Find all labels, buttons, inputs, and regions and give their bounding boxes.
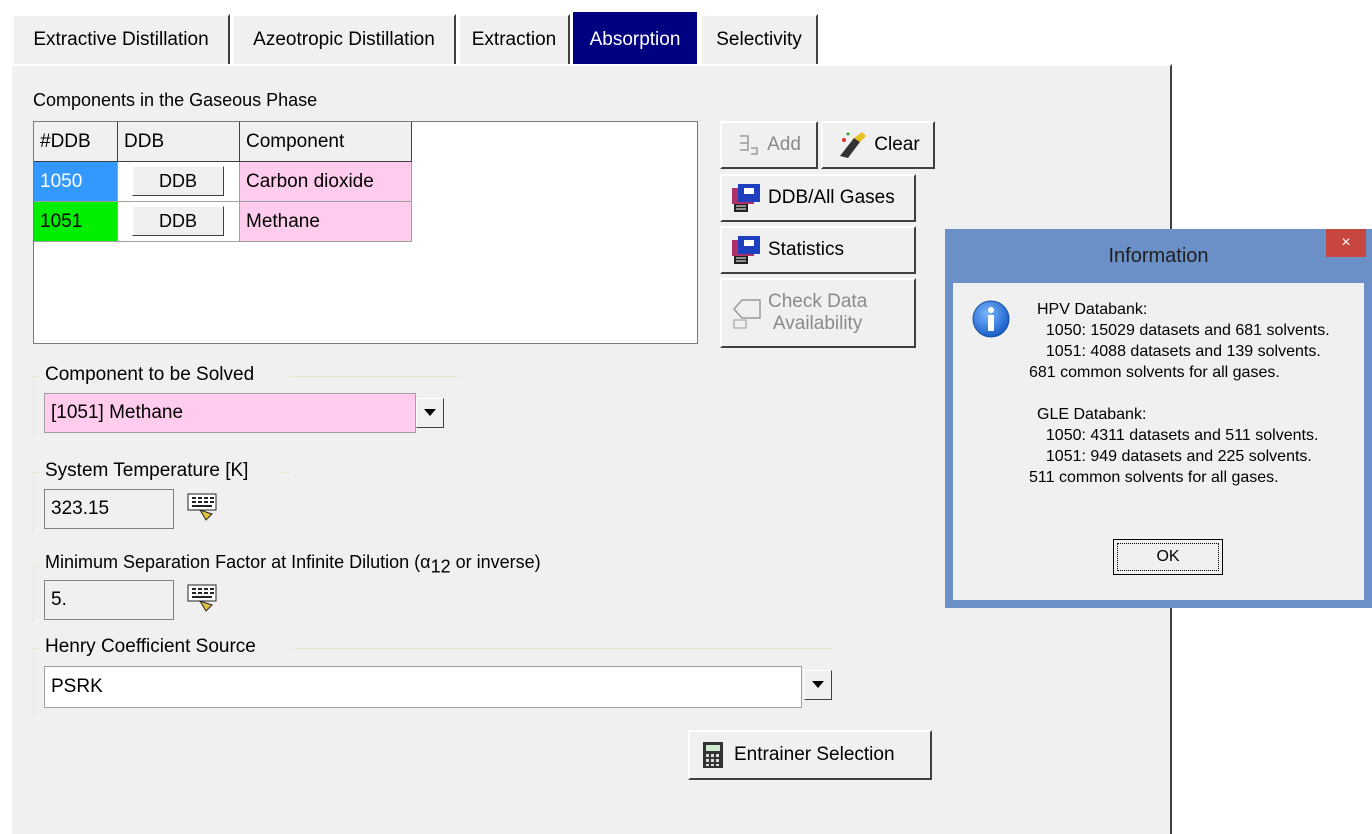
- group-border: [33, 472, 34, 532]
- dialog-title: Information: [1108, 244, 1209, 267]
- component-to-solve-select[interactable]: [1051] Methane: [44, 393, 416, 433]
- tab-selectivity[interactable]: Selectivity: [700, 14, 818, 64]
- eraser-icon: [836, 130, 868, 160]
- ok-button[interactable]: OK: [1113, 539, 1223, 575]
- check-data-label-2: Availability: [772, 313, 863, 334]
- ok-label: OK: [1117, 543, 1219, 571]
- row2-ddb-no[interactable]: 1051: [34, 202, 118, 242]
- entrainer-selection-button[interactable]: Entrainer Selection: [688, 730, 932, 780]
- gas-components-grid: #DDB DDB Component 1050 DDB Carbon dioxi…: [33, 121, 698, 344]
- separation-factor-sub: 12: [430, 556, 451, 577]
- gle-common: 511 common solvents for all gases.: [1029, 469, 1279, 486]
- separation-factor-label-suffix: or inverse): [450, 552, 541, 572]
- henry-source-label: Henry Coefficient Source: [45, 636, 256, 657]
- group-border: [33, 648, 34, 714]
- gle-line-2: 1051: 949 datasets and 225 solvents.: [1037, 448, 1312, 465]
- information-dialog: Information × HPV Databank: 1050: 15029 …: [945, 229, 1372, 608]
- gle-line-1: 1050: 4311 datasets and 511 solvents.: [1037, 427, 1319, 444]
- separation-factor-label: Minimum Separation Factor at Infinite Di…: [45, 552, 541, 578]
- calculator-icon: [702, 741, 724, 769]
- row1-component[interactable]: Carbon dioxide: [240, 162, 412, 202]
- group-border: [33, 566, 34, 622]
- row1-ddb-no[interactable]: 1050: [34, 162, 118, 202]
- system-temperature-label: System Temperature [K]: [45, 460, 249, 481]
- henry-source-select[interactable]: PSRK: [44, 666, 802, 708]
- database-icon: [730, 182, 762, 214]
- tab-azeotropic-distillation[interactable]: Azeotropic Distillation: [232, 14, 456, 64]
- info-icon: [971, 299, 1011, 339]
- statistics-label: Statistics: [768, 239, 845, 260]
- group-border: [282, 472, 290, 473]
- gas-components-title: Components in the Gaseous Phase: [33, 90, 318, 110]
- ddb-all-gases-button[interactable]: DDB/All Gases: [720, 174, 916, 222]
- clear-button[interactable]: Clear: [821, 121, 935, 169]
- henry-source-dropdown[interactable]: [804, 670, 832, 700]
- hpv-title: HPV Databank:: [1037, 301, 1148, 318]
- header-component: Component: [240, 122, 412, 162]
- hpv-line-1: 1050: 15029 datasets and 681 solvents.: [1037, 322, 1330, 339]
- row2-component[interactable]: Methane: [240, 202, 412, 242]
- statistics-button[interactable]: Statistics: [720, 226, 916, 274]
- chevron-down-icon: [424, 409, 436, 417]
- add-icon: [737, 132, 761, 158]
- row1-ddb-cell: DDB: [118, 162, 240, 202]
- component-to-solve-label: Component to be Solved: [45, 364, 255, 385]
- separation-factor-input[interactable]: 5.: [44, 580, 174, 620]
- add-label: Add: [767, 134, 801, 155]
- group-border: [292, 648, 832, 649]
- check-data-labels: Check Data Availability: [768, 291, 867, 335]
- clear-label: Clear: [874, 134, 920, 155]
- dialog-body: HPV Databank: 1050: 15029 datasets and 6…: [953, 283, 1364, 600]
- database-icon: [730, 234, 762, 266]
- check-data-icon: [730, 296, 764, 330]
- add-button[interactable]: Add: [720, 121, 818, 169]
- entrainer-selection-label: Entrainer Selection: [734, 744, 895, 765]
- tab-extraction[interactable]: Extraction: [458, 14, 570, 64]
- header-ddb-no: #DDB: [34, 122, 118, 162]
- chevron-down-icon: [812, 681, 824, 689]
- header-ddb: DDB: [118, 122, 240, 162]
- row2-ddb-cell: DDB: [118, 202, 240, 242]
- close-icon[interactable]: ×: [1326, 229, 1366, 257]
- check-data-availability-button[interactable]: Check Data Availability: [720, 278, 916, 348]
- gle-title: GLE Databank:: [1037, 406, 1147, 423]
- check-data-label-1: Check Data: [768, 291, 868, 312]
- row2-ddb-button[interactable]: DDB: [132, 206, 224, 236]
- tab-absorption[interactable]: Absorption: [573, 12, 697, 66]
- group-border: [33, 376, 34, 434]
- separation-factor-label-text: Minimum Separation Factor at Infinite Di…: [45, 552, 431, 572]
- keyboard-icon[interactable]: [186, 490, 220, 524]
- dialog-message: HPV Databank: 1050: 15029 datasets and 6…: [1029, 299, 1330, 488]
- group-border: [290, 376, 460, 377]
- system-temperature-input[interactable]: 323.15: [44, 489, 174, 529]
- row1-ddb-button[interactable]: DDB: [132, 166, 224, 196]
- hpv-line-2: 1051: 4088 datasets and 139 solvents.: [1037, 343, 1321, 360]
- ddb-all-gases-label: DDB/All Gases: [768, 187, 895, 208]
- component-to-solve-dropdown[interactable]: [416, 398, 444, 428]
- keyboard-icon[interactable]: [186, 581, 220, 615]
- tab-extractive-distillation[interactable]: Extractive Distillation: [12, 14, 230, 64]
- hpv-common: 681 common solvents for all gases.: [1029, 364, 1280, 381]
